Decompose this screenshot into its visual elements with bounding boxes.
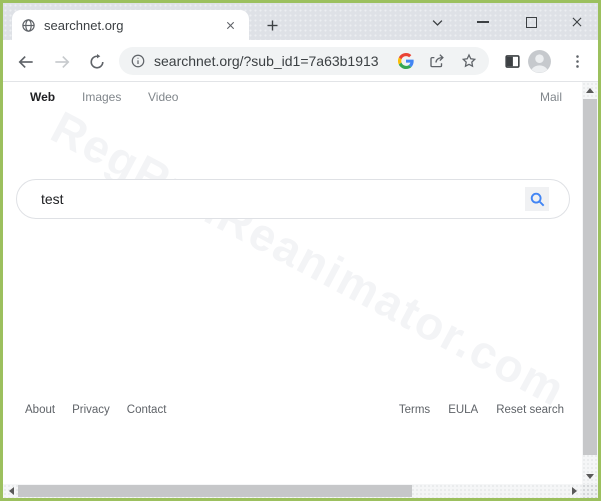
maximize-icon [525, 16, 537, 28]
tab-search-button[interactable] [423, 8, 451, 36]
footer: About Privacy Contact Terms EULA Reset s… [3, 404, 582, 420]
scroll-left-button[interactable] [3, 484, 19, 498]
profile-avatar[interactable] [526, 48, 553, 75]
side-panel-button[interactable] [499, 48, 526, 75]
avatar-icon [528, 50, 551, 73]
footer-left-links: About Privacy Contact [25, 404, 166, 416]
search-box [16, 179, 570, 219]
browser-window: searchnet.org searchnet.org/?sub_id1=7a6… [0, 0, 601, 501]
nav-tab-web[interactable]: Web [30, 90, 55, 104]
arrow-left-icon [18, 55, 33, 68]
footer-link-about[interactable]: About [25, 404, 55, 416]
site-info-icon[interactable] [130, 53, 146, 69]
footer-link-privacy[interactable]: Privacy [72, 404, 110, 416]
nav-link-mail[interactable]: Mail [540, 90, 562, 104]
minimize-icon [477, 21, 489, 23]
reload-icon [89, 53, 104, 69]
toolbar: searchnet.org/?sub_id1=7a63b1913 [3, 40, 598, 82]
horizontal-scrollbar-thumb[interactable] [18, 485, 412, 497]
tab-title: searchnet.org [44, 17, 124, 33]
share-icon[interactable] [428, 52, 446, 70]
browser-tab[interactable]: searchnet.org [12, 10, 249, 40]
titlebar: searchnet.org [3, 3, 598, 40]
bookmark-star-icon[interactable] [460, 52, 478, 70]
back-button[interactable] [12, 48, 39, 75]
footer-link-contact[interactable]: Contact [127, 404, 167, 416]
kebab-menu-icon [576, 55, 579, 68]
reload-button[interactable] [83, 48, 110, 75]
side-panel-icon [505, 55, 520, 68]
footer-link-eula[interactable]: EULA [448, 404, 478, 416]
scroll-up-arrow-icon [586, 87, 594, 93]
close-window-button[interactable] [563, 8, 591, 36]
globe-favicon-icon [21, 18, 36, 33]
minimize-button[interactable] [469, 8, 497, 36]
vertical-scrollbar-thumb[interactable] [583, 99, 597, 455]
footer-right-links: Terms EULA Reset search [399, 404, 564, 416]
nav-tab-video[interactable]: Video [148, 90, 178, 104]
scroll-right-arrow-icon [571, 487, 577, 495]
watermark-text: RegRunReanimator.com [43, 100, 575, 417]
maximize-button[interactable] [517, 8, 545, 36]
url-text: searchnet.org/?sub_id1=7a63b1913 [154, 53, 379, 69]
url-field[interactable]: searchnet.org/?sub_id1=7a63b1913 [119, 47, 489, 75]
magnifier-icon [530, 192, 544, 206]
footer-link-reset-search[interactable]: Reset search [496, 404, 564, 416]
scrollbar-corner [582, 484, 598, 498]
horizontal-scrollbar[interactable] [3, 484, 582, 498]
scroll-left-arrow-icon [8, 487, 14, 495]
search-button[interactable] [525, 187, 549, 211]
forward-button[interactable] [48, 48, 75, 75]
search-input[interactable] [41, 181, 511, 217]
omnibox-actions [398, 52, 478, 70]
vertical-scrollbar[interactable] [582, 82, 598, 484]
new-tab-button[interactable] [259, 12, 285, 38]
tab-close-button[interactable] [220, 15, 240, 35]
arrow-right-icon [54, 55, 69, 68]
scroll-right-button[interactable] [566, 484, 582, 498]
scroll-down-button[interactable] [582, 468, 598, 484]
footer-link-terms[interactable]: Terms [399, 404, 430, 416]
scroll-up-button[interactable] [582, 82, 598, 98]
page-content: RegRunReanimator.com Web Images Video Ma… [3, 82, 582, 484]
nav-tab-images[interactable]: Images [82, 90, 121, 104]
page-nav: Web Images Video Mail [3, 90, 582, 108]
menu-button[interactable] [564, 48, 591, 75]
scroll-down-arrow-icon [586, 473, 594, 479]
google-g-icon[interactable] [398, 53, 414, 69]
close-icon [572, 17, 582, 27]
